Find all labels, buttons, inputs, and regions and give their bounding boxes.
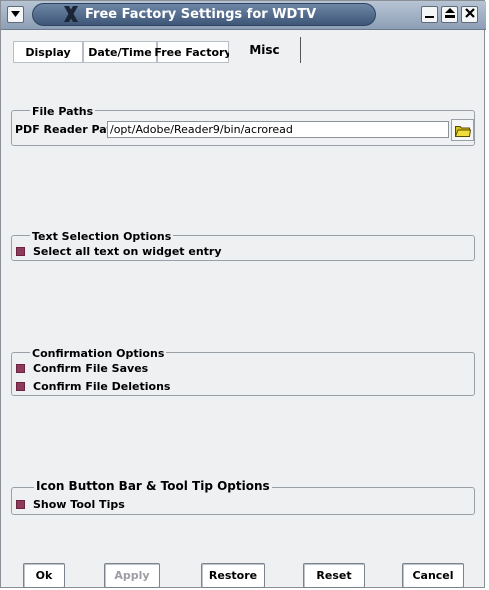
restore-button[interactable]: Restore — [201, 563, 265, 588]
restore-label: Restore — [208, 569, 258, 582]
confirm-saves-option[interactable]: Confirm File Saves — [16, 362, 148, 375]
confirm-deletions-checkbox[interactable] — [16, 382, 25, 391]
apply-button[interactable]: Apply — [104, 563, 160, 588]
app-x-logo-icon — [63, 5, 79, 23]
select-all-checkbox[interactable] — [16, 247, 25, 256]
tab-misc[interactable]: Misc — [229, 37, 301, 63]
tab-display[interactable]: Display — [13, 41, 83, 63]
tab-date-time-label: Date/Time — [88, 45, 152, 59]
reset-button[interactable]: Reset — [303, 563, 365, 588]
minimize-icon — [425, 9, 434, 21]
maximize-button[interactable] — [441, 6, 458, 23]
confirmation-legend: Confirmation Options — [30, 347, 167, 360]
show-tooltips-label: Show Tool Tips — [33, 498, 125, 511]
select-all-option[interactable]: Select all text on widget entry — [16, 245, 222, 258]
settings-dialog: Free Factory Settings for WDTV Display D… — [0, 0, 486, 588]
close-icon — [464, 8, 475, 21]
browse-folder-button[interactable] — [451, 119, 474, 141]
text-selection-group: Text Selection Options Select all text o… — [11, 230, 475, 261]
window-title: Free Factory Settings for WDTV — [85, 7, 317, 22]
icon-bar-group: Icon Button Bar & Tool Tip Options Show … — [11, 480, 475, 515]
title-pill: Free Factory Settings for WDTV — [32, 3, 376, 26]
confirm-deletions-label: Confirm File Deletions — [33, 380, 171, 393]
pdf-reader-path-label: PDF Reader Path — [15, 123, 120, 136]
tab-date-time[interactable]: Date/Time — [83, 41, 157, 63]
show-tooltips-checkbox[interactable] — [16, 500, 25, 509]
title-bar: Free Factory Settings for WDTV — [1, 1, 486, 30]
folder-icon — [454, 125, 472, 140]
show-tooltips-option[interactable]: Show Tool Tips — [16, 498, 125, 511]
minimize-button[interactable] — [421, 6, 438, 23]
chevron-down-icon — [11, 10, 20, 20]
text-selection-legend: Text Selection Options — [30, 230, 174, 243]
close-button[interactable] — [461, 6, 478, 23]
ok-button[interactable]: Ok — [23, 563, 65, 588]
tab-free-factory[interactable]: Free Factory — [154, 41, 232, 63]
cancel-label: Cancel — [412, 569, 454, 582]
file-paths-group: File Paths PDF Reader Path — [11, 105, 475, 146]
confirmation-group: Confirmation Options Confirm File Saves … — [11, 347, 475, 396]
confirm-saves-label: Confirm File Saves — [33, 362, 149, 375]
tab-free-factory-label: Free Factory — [154, 45, 232, 59]
reset-label: Reset — [316, 569, 352, 582]
window-menu-button[interactable] — [7, 6, 24, 23]
ok-label: Ok — [35, 569, 53, 582]
confirm-saves-checkbox[interactable] — [16, 364, 25, 373]
select-all-label: Select all text on widget entry — [33, 245, 222, 258]
maximize-icon — [444, 8, 455, 21]
tab-misc-label: Misc — [249, 43, 280, 57]
tab-display-label: Display — [25, 45, 71, 59]
confirm-deletions-option[interactable]: Confirm File Deletions — [16, 380, 170, 393]
pdf-reader-path-input[interactable] — [107, 121, 449, 138]
cancel-button[interactable]: Cancel — [402, 563, 464, 588]
apply-label: Apply — [114, 569, 150, 582]
file-paths-legend: File Paths — [30, 105, 96, 118]
icon-bar-legend: Icon Button Bar & Tool Tip Options — [34, 479, 272, 493]
